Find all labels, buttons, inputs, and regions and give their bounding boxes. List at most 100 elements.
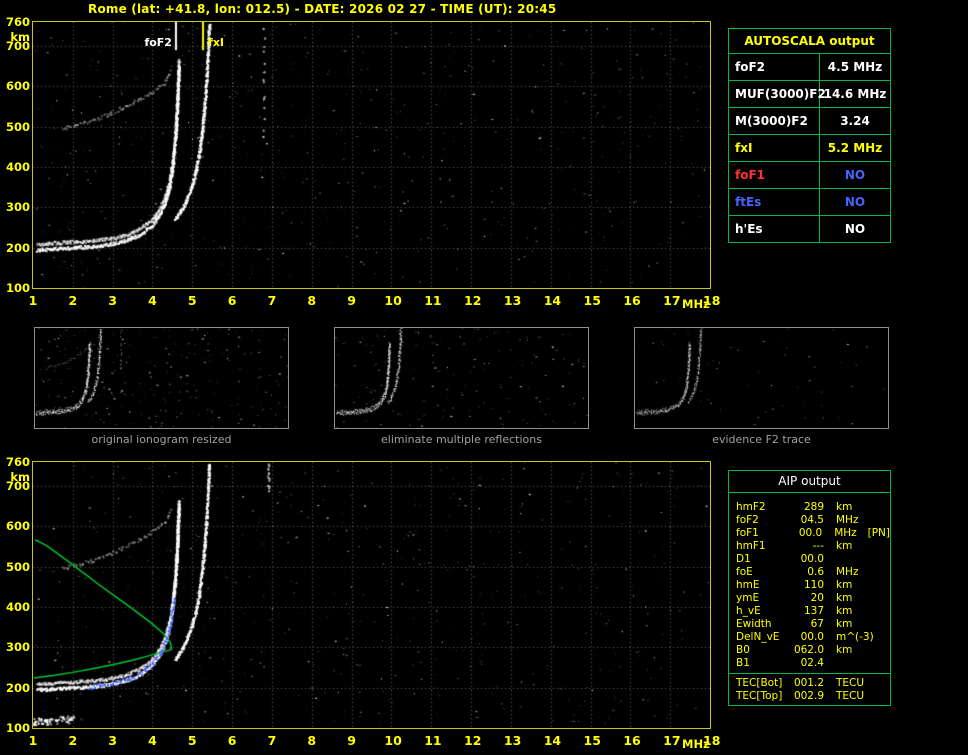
aip-param-value: 20: [810, 592, 824, 604]
autoscala-table-title: AUTOSCALA output: [729, 29, 890, 54]
aip-param-label: foE: [736, 566, 753, 578]
x-tick-label: 13: [503, 293, 522, 308]
aip-param-unit: TECU: [836, 677, 865, 689]
param-label: M(3000)F2: [729, 108, 820, 134]
x-tick-label: 2: [68, 293, 78, 308]
aip-param-unit: km: [836, 540, 853, 552]
x-tick-label: 10: [384, 733, 402, 748]
param-value: 4.5 MHz: [827, 60, 883, 74]
x-tick-label: 4: [148, 293, 157, 308]
aip-param-value: 00.0: [800, 553, 824, 565]
x-tick-label: 7: [267, 733, 277, 748]
aip-row: B0 062.0 km: [729, 644, 890, 657]
aip-param-unit: km: [836, 644, 853, 656]
aip-row: hmE 110 km: [729, 579, 890, 592]
aip-param-label: foF1: [736, 527, 759, 539]
table-row-fof2: foF2 4.5 MHz: [729, 54, 890, 81]
thumbnail-canvas: [635, 328, 888, 428]
aip-output-table: AIP output hmF2 289 km foF2 04.5 MHz foF1 00.…: [728, 470, 891, 706]
aip-row: foF1 00.0 MHz [PN]: [729, 527, 890, 540]
aip-param-value: 04.5: [800, 514, 824, 526]
param-value: NO: [844, 222, 866, 236]
aip-param-unit: m^(-3): [836, 631, 874, 643]
x-tick-label: 6: [227, 733, 237, 748]
aip-row: B1 02.4: [729, 657, 890, 670]
aip-param-unit: km: [836, 501, 853, 513]
aip-row: DelN_vE 00.0 m^(-3): [729, 631, 890, 644]
y-tick-label: 300: [5, 200, 30, 215]
aip-tec-section: TEC[Bot] 001.2 TECU TEC[Top] 002.9 TECU: [729, 673, 890, 705]
x-tick-label: 15: [583, 733, 601, 748]
aip-param-label: D1: [736, 553, 751, 565]
x-tick-label: 5: [187, 733, 197, 748]
aip-param-extra: [866, 540, 890, 553]
aip-param-label: B0: [736, 644, 750, 656]
y-tick-label: 760: [5, 15, 30, 29]
x-tick-label: 15: [583, 293, 601, 308]
aip-param-value: 00.0: [798, 527, 823, 539]
aip-param-unit: MHz: [836, 514, 859, 526]
ionogram-canvas-top: [33, 22, 710, 288]
x-tick-label: 9: [347, 293, 356, 308]
y-tick-label: 700: [5, 39, 30, 54]
table-row-fof1: foF1 NO: [729, 162, 890, 189]
aip-param-extra: [866, 631, 890, 644]
x-tick-label: 18: [703, 293, 721, 308]
aip-table-title: AIP output: [729, 471, 890, 493]
y-tick-label: 300: [5, 640, 30, 655]
thumbnail-multiple-reflections-removed: [334, 327, 589, 429]
x-tick-label: 3: [108, 293, 117, 308]
x-tick-label: 7: [267, 293, 277, 308]
x-tick-label: 8: [307, 293, 317, 308]
aip-param-unit: [824, 657, 866, 670]
aip-param-unit: MHz: [836, 566, 859, 578]
aip-param-extra: [866, 605, 890, 618]
thumbnail-canvas: [35, 328, 288, 428]
fof2-marker-label: foF2: [144, 36, 172, 49]
aip-param-label: hmE: [736, 579, 760, 591]
y-tick-label: 500: [5, 559, 30, 574]
x-tick-label: 9: [347, 733, 356, 748]
aip-param-label: hmF2: [736, 501, 766, 513]
param-label: ftEs: [729, 189, 820, 215]
aip-row: foF2 04.5 MHz: [729, 514, 890, 527]
ionogram-plot-bottom: [32, 461, 711, 729]
x-tick-label: 1: [28, 293, 38, 308]
y-tick-label: 600: [5, 519, 30, 534]
aip-param-label: TEC[Top]: [736, 690, 783, 702]
thumbnail-caption: original ionogram resized: [91, 433, 232, 446]
aip-param-label: hmF1: [736, 540, 766, 552]
aip-param-extra: [866, 657, 890, 670]
x-tick-label: 4: [148, 733, 157, 748]
ionogram-plot-top: foF2 fxI: [32, 21, 711, 289]
aip-param-value: 001.2: [793, 677, 824, 689]
aip-param-value: 110: [803, 579, 824, 591]
thumbnail-f2-trace-evidence: [634, 327, 889, 429]
table-row-ftes: ftEs NO: [729, 189, 890, 216]
aip-param-unit: km: [836, 579, 853, 591]
aip-param-label: h_vE: [736, 605, 761, 617]
aip-param-extra: [866, 553, 890, 566]
y-tick-label: 400: [5, 600, 30, 615]
y-tick-label: 500: [5, 119, 30, 134]
aip-tec-row: TEC[Top] 002.9 TECU: [729, 690, 890, 703]
table-row-hpes: h'Es NO: [729, 216, 890, 242]
aip-param-value: 67: [810, 618, 824, 630]
aip-param-label: foF2: [736, 514, 759, 526]
aip-param-value: 062.0: [793, 644, 824, 656]
thumbnail-canvas: [335, 328, 588, 428]
y-tick-label: 200: [5, 240, 30, 255]
autoscala-output-table: AUTOSCALA output foF2 4.5 MHz MUF(3000)F2…: [728, 28, 891, 243]
aip-row: ymE 20 km: [729, 592, 890, 605]
x-tick-label: 5: [187, 293, 197, 308]
aip-param-label: TEC[Bot]: [736, 677, 783, 689]
x-tick-label: 8: [307, 733, 317, 748]
aip-param-extra: [866, 501, 890, 514]
aip-param-value: 0.6: [807, 566, 824, 578]
aip-param-value: 02.4: [800, 657, 824, 669]
param-label: foF2: [729, 54, 820, 80]
aip-param-value: 00.0: [800, 631, 824, 643]
aip-tec-row: TEC[Bot] 001.2 TECU: [729, 677, 890, 690]
x-tick-label: 11: [424, 293, 442, 308]
autoscala-window: Rome (lat: +41.8, lon: 012.5) - DATE: 20…: [0, 0, 968, 755]
